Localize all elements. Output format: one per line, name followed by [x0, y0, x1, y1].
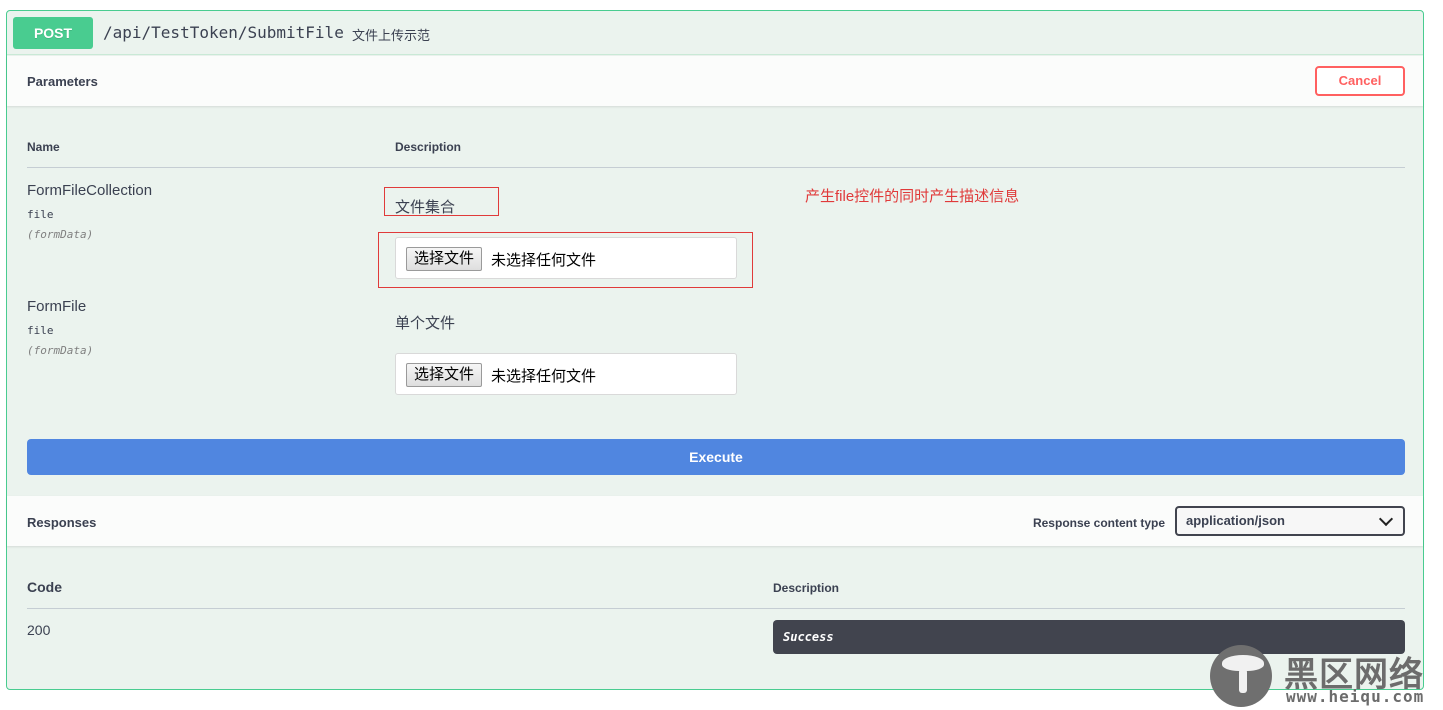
response-code: 200	[27, 622, 51, 638]
watermark-logo: 黑区网络 www.heiqu.com	[1208, 643, 1443, 710]
file-input[interactable]: 选择文件 未选择任何文件	[395, 353, 737, 395]
response-col-code: Code	[27, 579, 62, 595]
execute-button[interactable]: Execute	[27, 439, 1405, 475]
choose-file-button[interactable]: 选择文件	[406, 247, 483, 271]
responses-header: Responses Response content type applicat…	[7, 496, 1423, 546]
param-description: 文件集合	[395, 199, 456, 216]
endpoint-path: /api/TestToken/SubmitFile	[103, 23, 344, 42]
responses-title: Responses	[27, 515, 97, 530]
mushroom-icon	[1210, 645, 1272, 707]
response-description: Success	[783, 630, 834, 644]
response-divider	[27, 608, 1405, 609]
parameters-title: Parameters	[27, 74, 98, 89]
param-type: file	[27, 324, 54, 337]
watermark-url: www.heiqu.com	[1286, 687, 1425, 706]
opblock-summary[interactable]: POST /api/TestToken/SubmitFile 文件上传示范	[7, 11, 1423, 55]
response-content-type-label: Response content type	[1032, 516, 1165, 530]
parameters-header: Parameters Cancel	[7, 56, 1423, 106]
param-divider	[27, 167, 1405, 168]
param-description: 单个文件	[395, 315, 456, 332]
response-col-description: Description	[773, 581, 840, 595]
choose-file-button[interactable]: 选择文件	[406, 363, 483, 387]
param-name: FormFile	[27, 298, 87, 315]
param-in: (formData)	[27, 228, 94, 241]
annotation-text: 产生file控件的同时产生描述信息	[805, 188, 1020, 205]
method-badge: POST	[13, 17, 93, 49]
param-name: FormFileCollection	[27, 182, 153, 199]
chevron-down-icon	[1378, 511, 1394, 527]
endpoint-summary: 文件上传示范	[352, 28, 431, 43]
file-input[interactable]: 选择文件 未选择任何文件	[395, 237, 737, 279]
opblock-post: POST /api/TestToken/SubmitFile 文件上传示范 Pa…	[6, 10, 1424, 690]
param-col-name: Name	[27, 140, 60, 154]
file-status: 未选择任何文件	[491, 368, 597, 385]
cancel-button[interactable]: Cancel	[1315, 66, 1405, 96]
param-in: (formData)	[27, 344, 94, 357]
response-content-type-select[interactable]: application/json	[1175, 506, 1405, 536]
param-type: file	[27, 208, 54, 221]
param-col-description: Description	[395, 140, 462, 154]
file-status: 未选择任何文件	[491, 252, 597, 269]
response-content-type-value: application/json	[1186, 513, 1285, 528]
